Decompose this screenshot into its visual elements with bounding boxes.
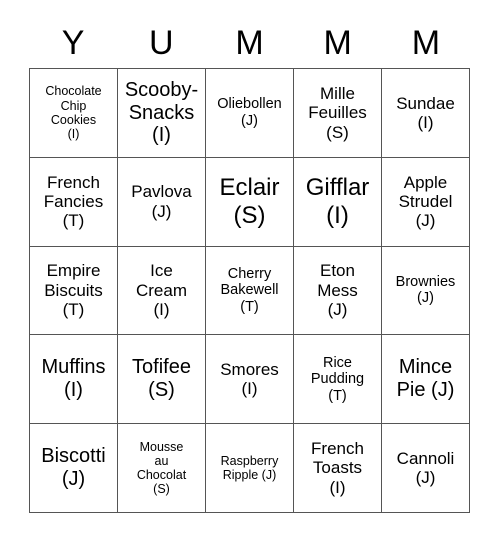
bingo-cell-label: Tofifee (S)	[132, 356, 191, 402]
bingo-cell-label: Gifflar (I)	[305, 174, 370, 229]
bingo-header-row: Y U M M M	[29, 18, 470, 68]
bingo-cell-label: Empire Biscuits (T)	[44, 261, 103, 320]
bingo-cell-label: Apple Strudel (J)	[398, 172, 453, 231]
bingo-cell[interactable]: Biscotti (J)	[30, 424, 118, 513]
bingo-header-letter-1: Y	[61, 24, 85, 62]
bingo-cell[interactable]: Sundae (I)	[382, 69, 470, 158]
bingo-cell[interactable]: Muffins (I)	[30, 335, 118, 425]
bingo-cell-label: Cherry Bakewell (T)	[220, 265, 279, 315]
bingo-cell-label: Brownies (J)	[395, 273, 456, 307]
bingo-cell-label: Biscotti (J)	[41, 445, 106, 491]
bingo-cell[interactable]: Smores (I)	[206, 335, 294, 425]
bingo-header-letter-3: M	[235, 24, 264, 62]
bingo-cell-label: Chocolate Chip Cookies (I)	[45, 84, 102, 142]
bingo-cell[interactable]: Mille Feuilles (S)	[294, 69, 382, 158]
bingo-cell-label: Pavlova (J)	[131, 182, 192, 221]
bingo-cell-label: French Fancies (T)	[43, 172, 104, 231]
bingo-cell[interactable]: Chocolate Chip Cookies (I)	[30, 69, 118, 158]
bingo-cell[interactable]: Ice Cream (I)	[118, 246, 206, 336]
bingo-cell[interactable]: Oliebollen (J)	[206, 69, 294, 158]
bingo-cell[interactable]: Eton Mess (J)	[294, 246, 382, 336]
bingo-cell[interactable]: Brownies (J)	[382, 246, 470, 336]
bingo-cell[interactable]: Gifflar (I)	[294, 157, 382, 247]
bingo-cell[interactable]: Tofifee (S)	[118, 335, 206, 425]
bingo-cell-label: Mille Feuilles (S)	[308, 83, 367, 142]
bingo-header-letter-4: M	[323, 24, 352, 62]
bingo-cell[interactable]: Cherry Bakewell (T)	[206, 246, 294, 336]
bingo-card: Y U M M M Chocolate Chip Cookies (I) Sco…	[0, 0, 500, 544]
bingo-cell-label: Muffins (I)	[41, 356, 106, 402]
bingo-cell[interactable]: Raspberry Ripple (J)	[206, 424, 294, 513]
bingo-cell-label: Scooby- Snacks (I)	[124, 78, 199, 147]
bingo-cell-label: Ice Cream (I)	[135, 261, 187, 320]
bingo-cell[interactable]: Pavlova (J)	[118, 157, 206, 247]
bingo-cell[interactable]: Rice Pudding (T)	[294, 335, 382, 425]
bingo-header-letter-2: U	[149, 24, 174, 62]
bingo-cell-label: Cannoli (J)	[396, 448, 455, 488]
bingo-cell[interactable]: French Toasts (I)	[294, 424, 382, 513]
bingo-cell-label: Mince Pie (J)	[396, 356, 455, 402]
bingo-cell[interactable]: Eclair (S)	[206, 157, 294, 247]
bingo-cell-label: Eclair (S)	[219, 174, 280, 229]
bingo-cell-label: Raspberry Ripple (J)	[220, 453, 279, 483]
bingo-cell[interactable]: Scooby- Snacks (I)	[118, 69, 206, 158]
bingo-cell[interactable]: Empire Biscuits (T)	[30, 246, 118, 336]
bingo-cell[interactable]: Cannoli (J)	[382, 424, 470, 513]
bingo-cell-label: French Toasts (I)	[311, 439, 364, 497]
bingo-cell-label: Eton Mess (J)	[317, 261, 358, 320]
bingo-header-letter-5: M	[411, 24, 441, 62]
bingo-cell-label: Sundae (I)	[396, 93, 455, 132]
bingo-cell[interactable]: French Fancies (T)	[30, 157, 118, 247]
bingo-cell[interactable]: Mince Pie (J)	[382, 335, 470, 425]
bingo-cell-label: Rice Pudding (T)	[310, 354, 365, 404]
bingo-cell[interactable]: Apple Strudel (J)	[382, 157, 470, 247]
bingo-cell-label: Smores (I)	[220, 359, 279, 399]
bingo-cell-label: Oliebollen (J)	[217, 96, 282, 129]
bingo-cell[interactable]: Mousse au Chocolat (S)	[118, 424, 206, 513]
bingo-cell-label: Mousse au Chocolat (S)	[136, 439, 187, 497]
bingo-grid: Chocolate Chip Cookies (I) Scooby- Snack…	[29, 68, 470, 513]
